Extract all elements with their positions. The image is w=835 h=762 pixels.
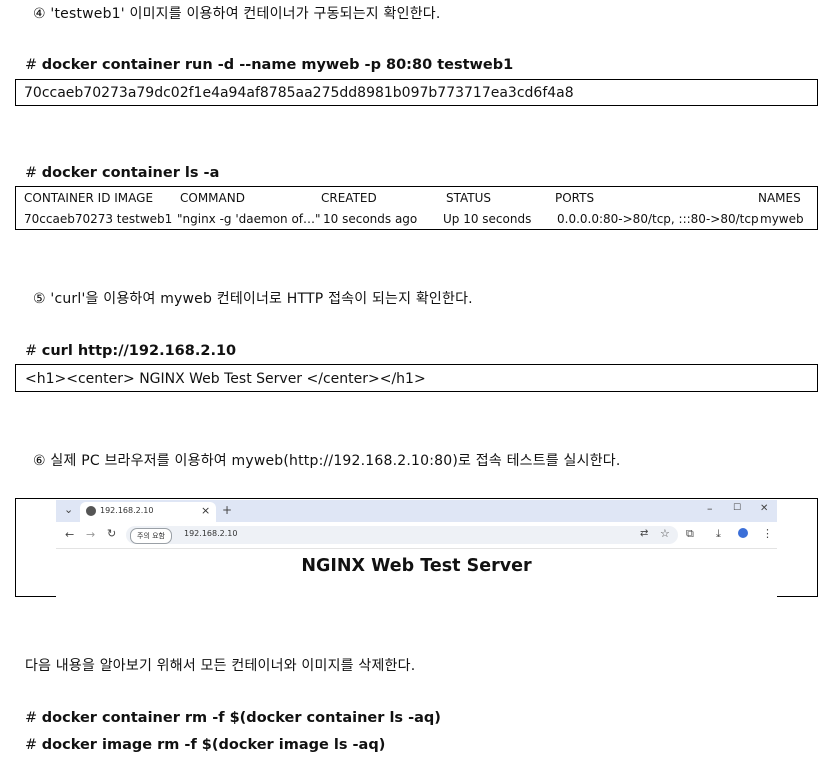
curl-command: # curl http://192.168.2.10: [25, 343, 236, 359]
arrow-right-icon[interactable]: →: [86, 528, 95, 541]
run-command: # docker container run -d --name myweb -…: [25, 57, 513, 73]
prompt-hash: #: [25, 165, 38, 181]
browser-tab[interactable]: 192.168.2.10 ×: [80, 502, 216, 522]
prompt-hash: #: [25, 710, 38, 726]
row-ports: 0.0.0.0:80->80/tcp, :::80->80/tcp: [557, 212, 759, 226]
maximize-icon[interactable]: ☐: [733, 503, 741, 513]
row-command: "nginx -g 'daemon of…": [177, 212, 321, 226]
extensions-icon[interactable]: ⧉: [686, 527, 694, 541]
menu-icon[interactable]: ⋮: [762, 527, 773, 540]
header-names: NAMES: [758, 191, 801, 205]
security-chip[interactable]: 주의 요함: [130, 528, 172, 544]
reload-icon[interactable]: ↻: [107, 527, 116, 540]
tab-list-chevron-icon[interactable]: ⌄: [64, 503, 73, 516]
browser-toolbar: ← → ↻ 주의 요함 192.168.2.10 ⇄ ☆ ⧉ ⤓ ⋮: [56, 522, 777, 549]
curl-command-text: curl http://192.168.2.10: [41, 343, 237, 359]
tab-close-icon[interactable]: ×: [201, 504, 210, 517]
header-ports: PORTS: [555, 191, 595, 205]
prompt-hash: #: [25, 737, 38, 753]
step5-text: ⑤ 'curl'을 이용하여 myweb 컨테이너로 HTTP 접속이 되는지 …: [33, 291, 473, 307]
header-container-id-image: CONTAINER ID IMAGE: [24, 191, 154, 205]
row-names: myweb: [760, 212, 804, 226]
star-icon[interactable]: ☆: [660, 527, 670, 540]
run-output-box: 70ccaeb70273a79dc02f1e4a94af8785aa275dd8…: [15, 79, 818, 106]
rm-images-command: # docker image rm -f $(docker image ls -…: [25, 737, 385, 753]
header-command: COMMAND: [180, 191, 245, 205]
rm-containers-command: # docker container rm -f $(docker contai…: [25, 710, 441, 726]
run-command-text: docker container run -d --name myweb -p …: [41, 57, 514, 73]
close-window-icon[interactable]: ✕: [760, 503, 768, 514]
ls-command-text: docker container ls -a: [41, 165, 220, 181]
curl-output-box: <h1><center> NGINX Web Test Server </cen…: [15, 364, 818, 392]
browser-tab-bar: ⌄ 192.168.2.10 × + – ☐ ✕: [56, 500, 777, 522]
translate-icon[interactable]: ⇄: [640, 528, 648, 539]
prompt-hash: #: [25, 343, 38, 359]
row-status: Up 10 seconds: [443, 212, 532, 226]
address-bar[interactable]: 주의 요함 192.168.2.10 ⇄ ☆: [126, 526, 678, 544]
rm-images-command-text: docker image rm -f $(docker image ls -aq…: [41, 737, 386, 753]
curl-output-text: <h1><center> NGINX Web Test Server </cen…: [25, 371, 426, 387]
site-globe-icon: [86, 506, 96, 516]
header-status: STATUS: [446, 191, 492, 205]
step6-text: ⑥ 실제 PC 브라우저를 이용하여 myweb(http://192.168.…: [33, 453, 621, 469]
ls-command: # docker container ls -a: [25, 165, 219, 181]
minimize-icon[interactable]: –: [707, 502, 713, 515]
step4-text: ④ 'testweb1' 이미지를 이용하여 컨테이너가 구동되는지 확인한다.: [33, 6, 441, 22]
profile-icon[interactable]: [738, 528, 748, 538]
browser-screenshot: ⌄ 192.168.2.10 × + – ☐ ✕ ← → ↻ 주의 요함 192…: [56, 500, 777, 597]
tab-title: 192.168.2.10: [100, 506, 154, 515]
prompt-hash: #: [25, 57, 38, 73]
row-created: 10 seconds ago: [323, 212, 418, 226]
new-tab-button[interactable]: +: [222, 503, 232, 517]
cleanup-note: 다음 내용을 알아보기 위해서 모든 컨테이너와 이미지를 삭제한다.: [25, 658, 416, 674]
rm-containers-command-text: docker container rm -f $(docker containe…: [41, 710, 441, 726]
arrow-left-icon[interactable]: ←: [65, 528, 74, 541]
ls-output-table: CONTAINER ID IMAGE COMMAND CREATED STATU…: [15, 186, 818, 230]
page-heading: NGINX Web Test Server: [301, 556, 532, 576]
address-url[interactable]: 192.168.2.10: [184, 529, 237, 538]
download-icon[interactable]: ⤓: [716, 527, 721, 541]
header-created: CREATED: [321, 191, 377, 205]
run-output-text: 70ccaeb70273a79dc02f1e4a94af8785aa275dd8…: [24, 85, 574, 101]
row-container-id-image: 70ccaeb70273 testweb1: [24, 212, 173, 226]
